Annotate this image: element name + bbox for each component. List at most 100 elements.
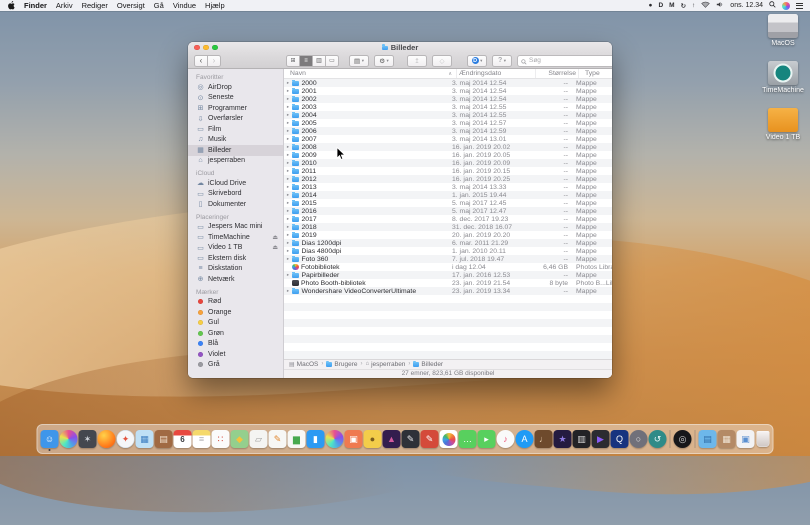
sidebar-item-bl[interactable]: Blå xyxy=(188,339,283,350)
extension-help-button[interactable]: ?▾ xyxy=(492,55,512,67)
dock-video-player[interactable]: ▶ xyxy=(592,430,610,448)
dock-preview[interactable]: ▦ xyxy=(136,430,154,448)
dock-launchpad[interactable]: ✶ xyxy=(79,430,97,448)
sidebar-item-netv-rk[interactable]: ⊕Netværk xyxy=(188,274,283,285)
forward-button[interactable]: › xyxy=(208,55,221,67)
menu-hj-lp[interactable]: Hjælp xyxy=(205,1,225,10)
apple-menu-icon[interactable] xyxy=(7,1,15,10)
group-by-button[interactable]: ▤▾ xyxy=(349,55,369,67)
dock-obs[interactable]: ◎ xyxy=(674,430,692,448)
sidebar-item-violet[interactable]: Violet xyxy=(188,349,283,360)
menu-vindue[interactable]: Vindue xyxy=(173,1,196,10)
file-row[interactable]: ▸Dias 4800dpi1. jan. 2010 20.11--Mappe xyxy=(284,247,612,255)
disclosure-triangle-icon[interactable]: ▸ xyxy=(284,119,292,127)
file-row[interactable]: ▸200916. jan. 2019 20.05--Mappe xyxy=(284,151,612,159)
disclosure-triangle-icon[interactable]: ▸ xyxy=(284,135,292,143)
sidebar-item-skrivebord[interactable]: ▭Skrivebord xyxy=(188,189,283,200)
dock-color-picker[interactable] xyxy=(326,430,344,448)
disclosure-triangle-icon[interactable]: ▸ xyxy=(284,247,292,255)
disclosure-triangle-icon[interactable]: ▸ xyxy=(284,223,292,231)
sidebar-item-diskstation[interactable]: ≡Diskstation xyxy=(188,264,283,275)
gallery-view-button[interactable]: ▭ xyxy=(326,55,339,67)
path-segment-macos[interactable]: ▤MacOS xyxy=(289,361,318,368)
dock-safari[interactable]: ✦ xyxy=(117,430,135,448)
disclosure-triangle-icon[interactable]: ▸ xyxy=(284,191,292,199)
dock-maps[interactable]: ◆ xyxy=(231,430,249,448)
input-up-icon[interactable]: ↑ xyxy=(692,2,695,9)
volume-icon[interactable] xyxy=(716,1,724,10)
dock-siri[interactable] xyxy=(60,430,78,448)
sidebar-item-jesperraben[interactable]: ⌂jesperraben xyxy=(188,156,283,167)
file-row[interactable]: ▸20178. dec. 2017 19.23--Mappe xyxy=(284,215,612,223)
sidebar-item-programmer[interactable]: ⊞Programmer xyxy=(188,103,283,114)
action-button[interactable]: ⚙▾ xyxy=(374,55,394,67)
file-row[interactable]: ▸20043. maj 2014 12.55--Mappe xyxy=(284,111,612,119)
disclosure-triangle-icon[interactable]: ▸ xyxy=(284,95,292,103)
menu-arkiv[interactable]: Arkiv xyxy=(56,1,73,10)
file-row[interactable]: Photo Booth-bibliotek23. jan. 2019 21.54… xyxy=(284,279,612,287)
dock-pictures-stack[interactable]: ▦ xyxy=(718,430,736,448)
menu-clock[interactable]: ons. 12.34 xyxy=(730,2,763,9)
wifi-icon[interactable] xyxy=(701,1,710,10)
search-field[interactable] xyxy=(517,55,612,67)
disclosure-triangle-icon[interactable]: ▸ xyxy=(284,111,292,119)
file-row[interactable]: ▸Foto 3607. jul. 2018 19.47--Mappe xyxy=(284,255,612,263)
sidebar-item-musik[interactable]: ♫Musik xyxy=(188,135,283,146)
dock-notes[interactable]: ≡ xyxy=(193,430,211,448)
dock-finder[interactable]: ☺ xyxy=(41,430,59,448)
sidebar-item-ekstern-disk[interactable]: ▭Ekstern disk xyxy=(188,253,283,264)
path-segment-billeder[interactable]: Billeder xyxy=(413,361,443,368)
dock-garageband[interactable]: ♩ xyxy=(535,430,553,448)
column-header-ndringsdato[interactable]: Ændringsdato xyxy=(456,69,535,78)
dock-cyberduck[interactable]: ● xyxy=(364,430,382,448)
dock-pages[interactable]: ✎ xyxy=(269,430,287,448)
dock-affinity[interactable]: ▲ xyxy=(383,430,401,448)
disclosure-triangle-icon[interactable]: ▸ xyxy=(284,239,292,247)
sidebar-item-billeder[interactable]: ▦Billeder xyxy=(188,145,283,156)
disclosure-triangle-icon[interactable]: ▸ xyxy=(284,167,292,175)
sidebar-item-jespers-mac-mini[interactable]: ▭Jespers Mac mini xyxy=(188,222,283,233)
disclosure-triangle-icon[interactable]: ▸ xyxy=(284,159,292,167)
m-app-icon[interactable]: M xyxy=(669,2,674,9)
sync-icon[interactable]: ↻ xyxy=(681,2,686,10)
disclosure-triangle-icon[interactable]: ▸ xyxy=(284,79,292,87)
back-button[interactable]: ‹ xyxy=(194,55,208,67)
title-bar[interactable]: Billeder xyxy=(188,42,612,53)
dock-calendar[interactable]: 6 xyxy=(174,430,192,448)
disclosure-triangle-icon[interactable]: ▸ xyxy=(284,103,292,111)
menu-finder[interactable]: Finder xyxy=(24,1,47,10)
dock-quietcars[interactable]: Q xyxy=(611,430,629,448)
dock-photo-collage[interactable]: ▣ xyxy=(345,430,363,448)
notification-center-icon[interactable] xyxy=(796,3,803,9)
sidebar-item-video-1-tb[interactable]: ▭Video 1 TB⏏ xyxy=(188,243,283,254)
dock-pixelmator[interactable]: ✎ xyxy=(402,430,420,448)
minimize-window-button[interactable] xyxy=(203,45,209,51)
file-row[interactable]: ▸Wondershare VideoConverterUltimate23. j… xyxy=(284,287,612,295)
dock-numbers[interactable]: ▆ xyxy=(288,430,306,448)
dock-photo-editor[interactable]: ✎ xyxy=(421,430,439,448)
eject-icon[interactable]: ⏏ xyxy=(272,244,278,251)
menu-g[interactable]: Gå xyxy=(154,1,164,10)
dock-photos[interactable] xyxy=(440,430,458,448)
file-row[interactable]: ▸20033. maj 2014 12.55--Mappe xyxy=(284,103,612,111)
search-input[interactable] xyxy=(529,57,612,64)
d-app-icon[interactable]: D xyxy=(658,2,663,9)
disclosure-triangle-icon[interactable]: ▸ xyxy=(284,287,292,295)
disclosure-triangle-icon[interactable]: ▸ xyxy=(284,207,292,215)
disclosure-triangle-icon[interactable]: ▸ xyxy=(284,215,292,223)
app-dot-icon[interactable]: ● xyxy=(649,2,653,9)
sidebar-item-gr[interactable]: Grå xyxy=(188,360,283,371)
list-view-button[interactable]: ≡ xyxy=(300,55,313,67)
zoom-window-button[interactable] xyxy=(212,45,218,51)
dock-textedit[interactable]: ▱ xyxy=(250,430,268,448)
column-view-button[interactable]: ▥ xyxy=(313,55,326,67)
disclosure-triangle-icon[interactable]: ▸ xyxy=(284,199,292,207)
desktop-icon-macos[interactable]: MacOS xyxy=(760,14,806,47)
disclosure-triangle-icon[interactable]: ▸ xyxy=(284,151,292,159)
file-row[interactable]: ▸200816. jan. 2019 20.02--Mappe xyxy=(284,143,612,151)
file-row[interactable]: ▸20003. maj 2014 12.54--Mappe xyxy=(284,79,612,87)
file-row[interactable]: ▸20133. maj 2014 13.33--Mappe xyxy=(284,183,612,191)
dock-finalcut[interactable]: ▥ xyxy=(573,430,591,448)
path-segment-jesperraben[interactable]: ⌂jesperraben xyxy=(365,361,405,368)
tag-button[interactable]: ◇ xyxy=(432,55,452,67)
